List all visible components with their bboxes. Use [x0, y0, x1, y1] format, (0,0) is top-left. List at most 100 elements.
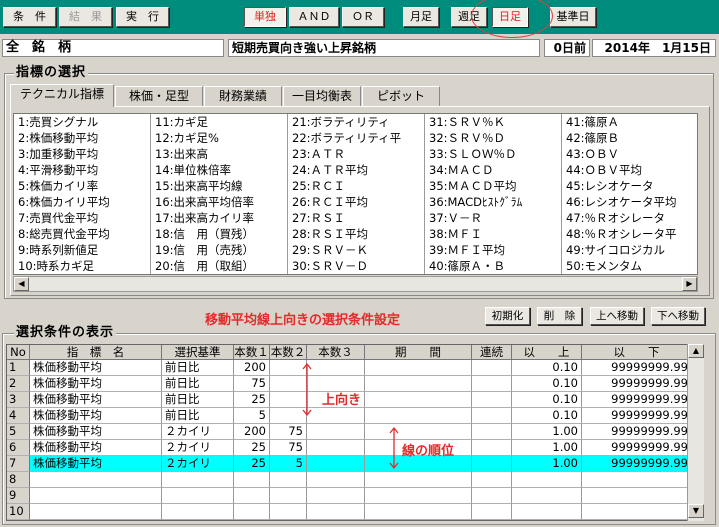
indicator-option[interactable]: 37:Ｖ－Ｒ [425, 210, 562, 226]
table-cell-name[interactable]: 株価移動平均 [30, 440, 162, 456]
indicator-option[interactable]: 7:売買代金平均 [14, 210, 151, 226]
table-cell-max[interactable]: 99999999.99 [582, 456, 692, 472]
table-cell-cont[interactable] [472, 392, 512, 408]
indicator-option[interactable]: 17:出来高カイリ率 [151, 210, 288, 226]
table-cell-max[interactable] [582, 488, 692, 504]
table-cell-name[interactable]: 株価移動平均 [30, 360, 162, 376]
table-cell-cont[interactable] [472, 488, 512, 504]
table-cell-period[interactable] [365, 504, 472, 520]
table-cell-period[interactable] [365, 472, 472, 488]
table-cell-basis[interactable]: 前日比 [162, 392, 234, 408]
horizontal-scrollbar[interactable]: ◀ ▶ [13, 276, 698, 292]
indicator-option[interactable]: 41:篠原Ａ [562, 114, 697, 130]
indicator-option[interactable]: 31:ＳＲＶ％Ｋ [425, 114, 562, 130]
indicator-option[interactable]: 13:出来高 [151, 146, 288, 162]
results-button[interactable]: 結 果 [59, 7, 112, 27]
table-cell-basis[interactable]: 前日比 [162, 408, 234, 424]
tab-financial[interactable]: 財務業績 [204, 86, 282, 106]
table-cell-n1[interactable]: 25 [234, 440, 270, 456]
table-cell-period[interactable] [365, 360, 472, 376]
table-cell-n1[interactable]: 5 [234, 408, 270, 424]
table-cell-period[interactable] [365, 488, 472, 504]
table-cell-min[interactable]: 0.10 [512, 376, 582, 392]
table-cell-n1[interactable] [234, 472, 270, 488]
table-cell-name[interactable]: 株価移動平均 [30, 376, 162, 392]
indicator-option[interactable]: 25:ＲＣＩ [288, 178, 425, 194]
tab-price-candle[interactable]: 株価・足型 [115, 86, 203, 106]
table-cell-n1[interactable]: 75 [234, 376, 270, 392]
table-cell-min[interactable]: 0.10 [512, 392, 582, 408]
table-cell-basis[interactable]: ２カイリ [162, 440, 234, 456]
table-cell-max[interactable]: 99999999.99 [582, 440, 692, 456]
indicator-option[interactable]: 38:ＭＦＩ [425, 226, 562, 242]
table-cell-n3[interactable] [307, 504, 365, 520]
table-cell-min[interactable]: 1.00 [512, 456, 582, 472]
scroll-right-icon[interactable]: ▶ [682, 277, 697, 291]
indicator-option[interactable]: 24:ＡＴＲ平均 [288, 162, 425, 178]
indicator-option[interactable]: 34:ＭＡＣＤ [425, 162, 562, 178]
table-cell-cont[interactable] [472, 360, 512, 376]
indicator-option[interactable]: 47:％Ｒオシレータ [562, 210, 697, 226]
indicator-option[interactable]: 45:レシオケータ [562, 178, 697, 194]
indicator-option[interactable]: 27:ＲＳＩ [288, 210, 425, 226]
table-cell-max[interactable]: 99999999.99 [582, 408, 692, 424]
indicator-option[interactable]: 2:株価移動平均 [14, 130, 151, 146]
table-cell-n2[interactable]: 5 [270, 456, 307, 472]
indicator-option[interactable]: 1:売買シグナル [14, 114, 151, 130]
indicator-option[interactable]: 6:株価カイリ平均 [14, 194, 151, 210]
table-cell-max[interactable]: 99999999.99 [582, 360, 692, 376]
indicator-option[interactable]: 32:ＳＲＶ％Ｄ [425, 130, 562, 146]
indicator-option[interactable]: 29:ＳＲＶ－Ｋ [288, 242, 425, 258]
table-cell-min[interactable]: 0.10 [512, 360, 582, 376]
indicator-option[interactable]: 30:ＳＲＶ－Ｄ [288, 258, 425, 274]
indicator-option[interactable]: 46:レシオケータ平均 [562, 194, 697, 210]
table-cell-max[interactable] [582, 504, 692, 520]
table-cell-cont[interactable] [472, 408, 512, 424]
table-cell-n2[interactable]: 75 [270, 424, 307, 440]
indicator-option[interactable]: 14:単位株倍率 [151, 162, 288, 178]
indicator-option[interactable]: 8:総売買代金平均 [14, 226, 151, 242]
table-cell-basis[interactable]: 前日比 [162, 376, 234, 392]
and-button[interactable]: ＡＮＤ [289, 7, 339, 27]
indicator-option[interactable]: 4:平滑移動平均 [14, 162, 151, 178]
indicator-option[interactable]: 19:信 用（売残） [151, 242, 288, 258]
table-cell-n1[interactable]: 25 [234, 456, 270, 472]
indicator-option[interactable]: 9:時系列新値足 [14, 242, 151, 258]
table-cell-n3[interactable] [307, 456, 365, 472]
table-cell-name[interactable] [30, 472, 162, 488]
indicator-option[interactable]: 28:ＲＳＩ平均 [288, 226, 425, 242]
table-cell-min[interactable] [512, 504, 582, 520]
monthly-button[interactable]: 月足 [403, 7, 439, 27]
move-up-button[interactable]: 上へ移動 [590, 307, 644, 325]
indicator-option[interactable]: 10:時系カギ足 [14, 258, 151, 274]
indicator-option[interactable]: 40:篠原Ａ・Ｂ [425, 258, 562, 274]
table-cell-basis[interactable] [162, 504, 234, 520]
table-cell-min[interactable] [512, 472, 582, 488]
table-cell-min[interactable]: 0.10 [512, 408, 582, 424]
table-cell-name[interactable]: 株価移動平均 [30, 456, 162, 472]
or-button[interactable]: ＯＲ [342, 7, 384, 27]
table-cell-cont[interactable] [472, 456, 512, 472]
indicator-option[interactable]: 21:ボラティリティ [288, 114, 425, 130]
table-cell-basis[interactable]: ２カイリ [162, 456, 234, 472]
indicator-option[interactable]: 36:MACDﾋｽﾄｸﾞﾗﾑ [425, 194, 562, 210]
move-down-button[interactable]: 下へ移動 [651, 307, 705, 325]
table-cell-n2[interactable] [270, 472, 307, 488]
single-button[interactable]: 単独 [244, 7, 286, 27]
table-cell-name[interactable] [30, 504, 162, 520]
indicator-option[interactable]: 18:信 用（買残） [151, 226, 288, 242]
tab-technical[interactable]: テクニカル指標 [10, 84, 114, 107]
table-cell-n1[interactable] [234, 504, 270, 520]
table-cell-cont[interactable] [472, 424, 512, 440]
indicator-option[interactable]: 23:ＡＴＲ [288, 146, 425, 162]
execute-button[interactable]: 実 行 [116, 7, 169, 27]
delete-button[interactable]: 削 除 [537, 307, 582, 325]
indicator-option[interactable]: 20:信 用（取組） [151, 258, 288, 274]
table-cell-n3[interactable] [307, 488, 365, 504]
table-cell-n3[interactable] [307, 424, 365, 440]
table-cell-period[interactable] [365, 424, 472, 440]
indicator-option[interactable]: 5:株価カイリ率 [14, 178, 151, 194]
indicator-option[interactable]: 3:加重移動平均 [14, 146, 151, 162]
scroll-up-icon[interactable]: ▲ [688, 344, 704, 358]
table-cell-n1[interactable] [234, 488, 270, 504]
